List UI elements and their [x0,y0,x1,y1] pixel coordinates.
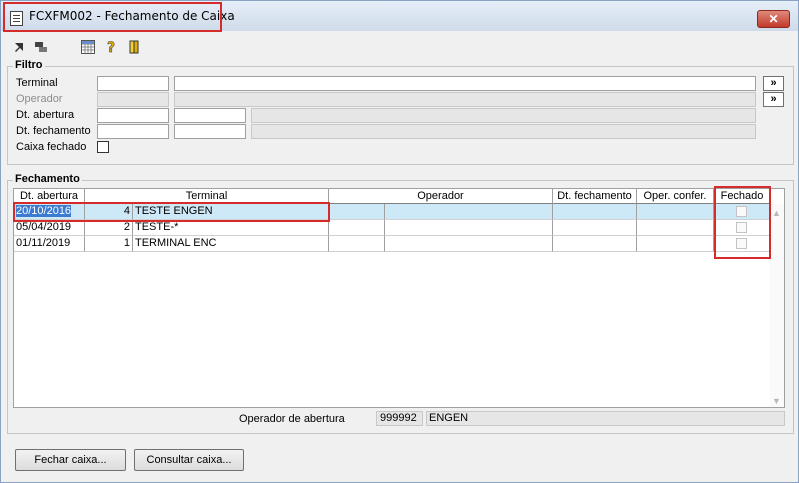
caixa-fechado-checkbox[interactable] [97,141,109,153]
fechamento-grid[interactable]: Dt. abertura Terminal Operador Dt. fecha… [13,188,785,408]
terminal-num-cell[interactable]: 1 [85,236,133,252]
oper-confer-cell[interactable] [637,236,714,252]
dt-fechamento-cell[interactable] [553,204,637,220]
terminal-search-button[interactable]: » [763,76,784,91]
operador-name-cell[interactable] [385,220,553,236]
dt-abertura-from-input[interactable] [97,108,169,123]
vertical-scrollbar[interactable]: ▲ ▼ [770,204,784,407]
fechado-checkbox[interactable] [736,238,747,249]
consultar-caixa-button[interactable]: Consultar caixa... [134,449,244,471]
fechamento-group-label: Fechamento [13,173,82,185]
scroll-down-icon[interactable]: ▼ [772,396,781,406]
col-header-fechado[interactable]: Fechado [714,189,771,204]
caixa-fechado-label: Caixa fechado [16,141,87,153]
terminal-name-cell[interactable]: TERMINAL ENC [133,236,329,252]
close-button[interactable]: ✕ [757,10,790,28]
fechado-checkbox[interactable] [736,206,747,217]
col-header-oper-confer[interactable]: Oper. confer. [637,189,714,204]
exit-door-icon[interactable] [127,40,141,54]
operador-code-cell[interactable] [329,236,385,252]
table-row[interactable]: 20/10/2016 [14,204,85,220]
terminal-label: Terminal [16,77,58,89]
fechado-cell[interactable] [714,220,771,236]
operador-label: Operador [16,93,63,105]
main-window: FCXFM002 - Fechamento de Caixa ✕ ? Filtr… [0,0,799,483]
dt-abertura-cell[interactable]: 01/11/2019 [14,236,85,252]
fechado-checkbox[interactable] [736,222,747,233]
operador-code-input [97,92,169,107]
operador-code-cell[interactable] [329,204,385,220]
oper-confer-cell[interactable] [637,204,714,220]
title-bar[interactable]: FCXFM002 - Fechamento de Caixa ✕ [1,1,798,31]
arrow-out-icon[interactable] [13,40,27,54]
col-header-dt-abertura[interactable]: Dt. abertura [14,189,85,204]
dt-abertura-label: Dt. abertura [16,109,75,121]
col-header-dt-fechamento[interactable]: Dt. fechamento [553,189,637,204]
terminal-num-cell[interactable]: 4 [85,204,133,220]
operador-search-button[interactable]: » [763,92,784,107]
terminal-name-input[interactable] [174,76,756,91]
fechado-cell[interactable] [714,204,771,220]
help-icon[interactable]: ? [104,40,118,54]
oper-confer-cell[interactable] [637,220,714,236]
transfer-icon[interactable] [34,40,48,54]
operador-abertura-name: ENGEN [426,411,785,426]
operador-abertura-label: Operador de abertura [239,413,345,425]
scroll-up-icon[interactable]: ▲ [772,208,781,218]
terminal-code-input[interactable] [97,76,169,91]
terminal-name-cell[interactable]: TESTE ENGEN [133,204,329,220]
dt-abertura-info [251,108,756,123]
document-icon [10,11,23,26]
window-title: FCXFM002 - Fechamento de Caixa [29,9,235,23]
operador-name-cell[interactable] [385,204,553,220]
operador-code-cell[interactable] [329,220,385,236]
dt-fechamento-cell[interactable] [553,236,637,252]
operador-name-cell[interactable] [385,236,553,252]
svg-text:?: ? [107,40,115,54]
dt-fechamento-label: Dt. fechamento [16,125,91,137]
operador-name-input [174,92,756,107]
dt-fechamento-info [251,124,756,139]
dt-fechamento-cell[interactable] [553,220,637,236]
terminal-name-cell[interactable]: TESTE-* [133,220,329,236]
dt-abertura-to-input[interactable] [174,108,246,123]
dt-abertura-cell[interactable]: 20/10/2016 [16,205,72,217]
calculator-icon[interactable] [81,40,95,54]
filtro-group-label: Filtro [13,59,45,71]
fechar-caixa-button[interactable]: Fechar caixa... [15,449,126,471]
col-header-terminal[interactable]: Terminal [85,189,329,204]
fechado-cell[interactable] [714,236,771,252]
dt-fechamento-from-input[interactable] [97,124,169,139]
dt-fechamento-to-input[interactable] [174,124,246,139]
operador-abertura-code: 999992 [376,411,423,426]
dt-abertura-cell[interactable]: 05/04/2019 [14,220,85,236]
col-header-operador[interactable]: Operador [329,189,553,204]
terminal-num-cell[interactable]: 2 [85,220,133,236]
